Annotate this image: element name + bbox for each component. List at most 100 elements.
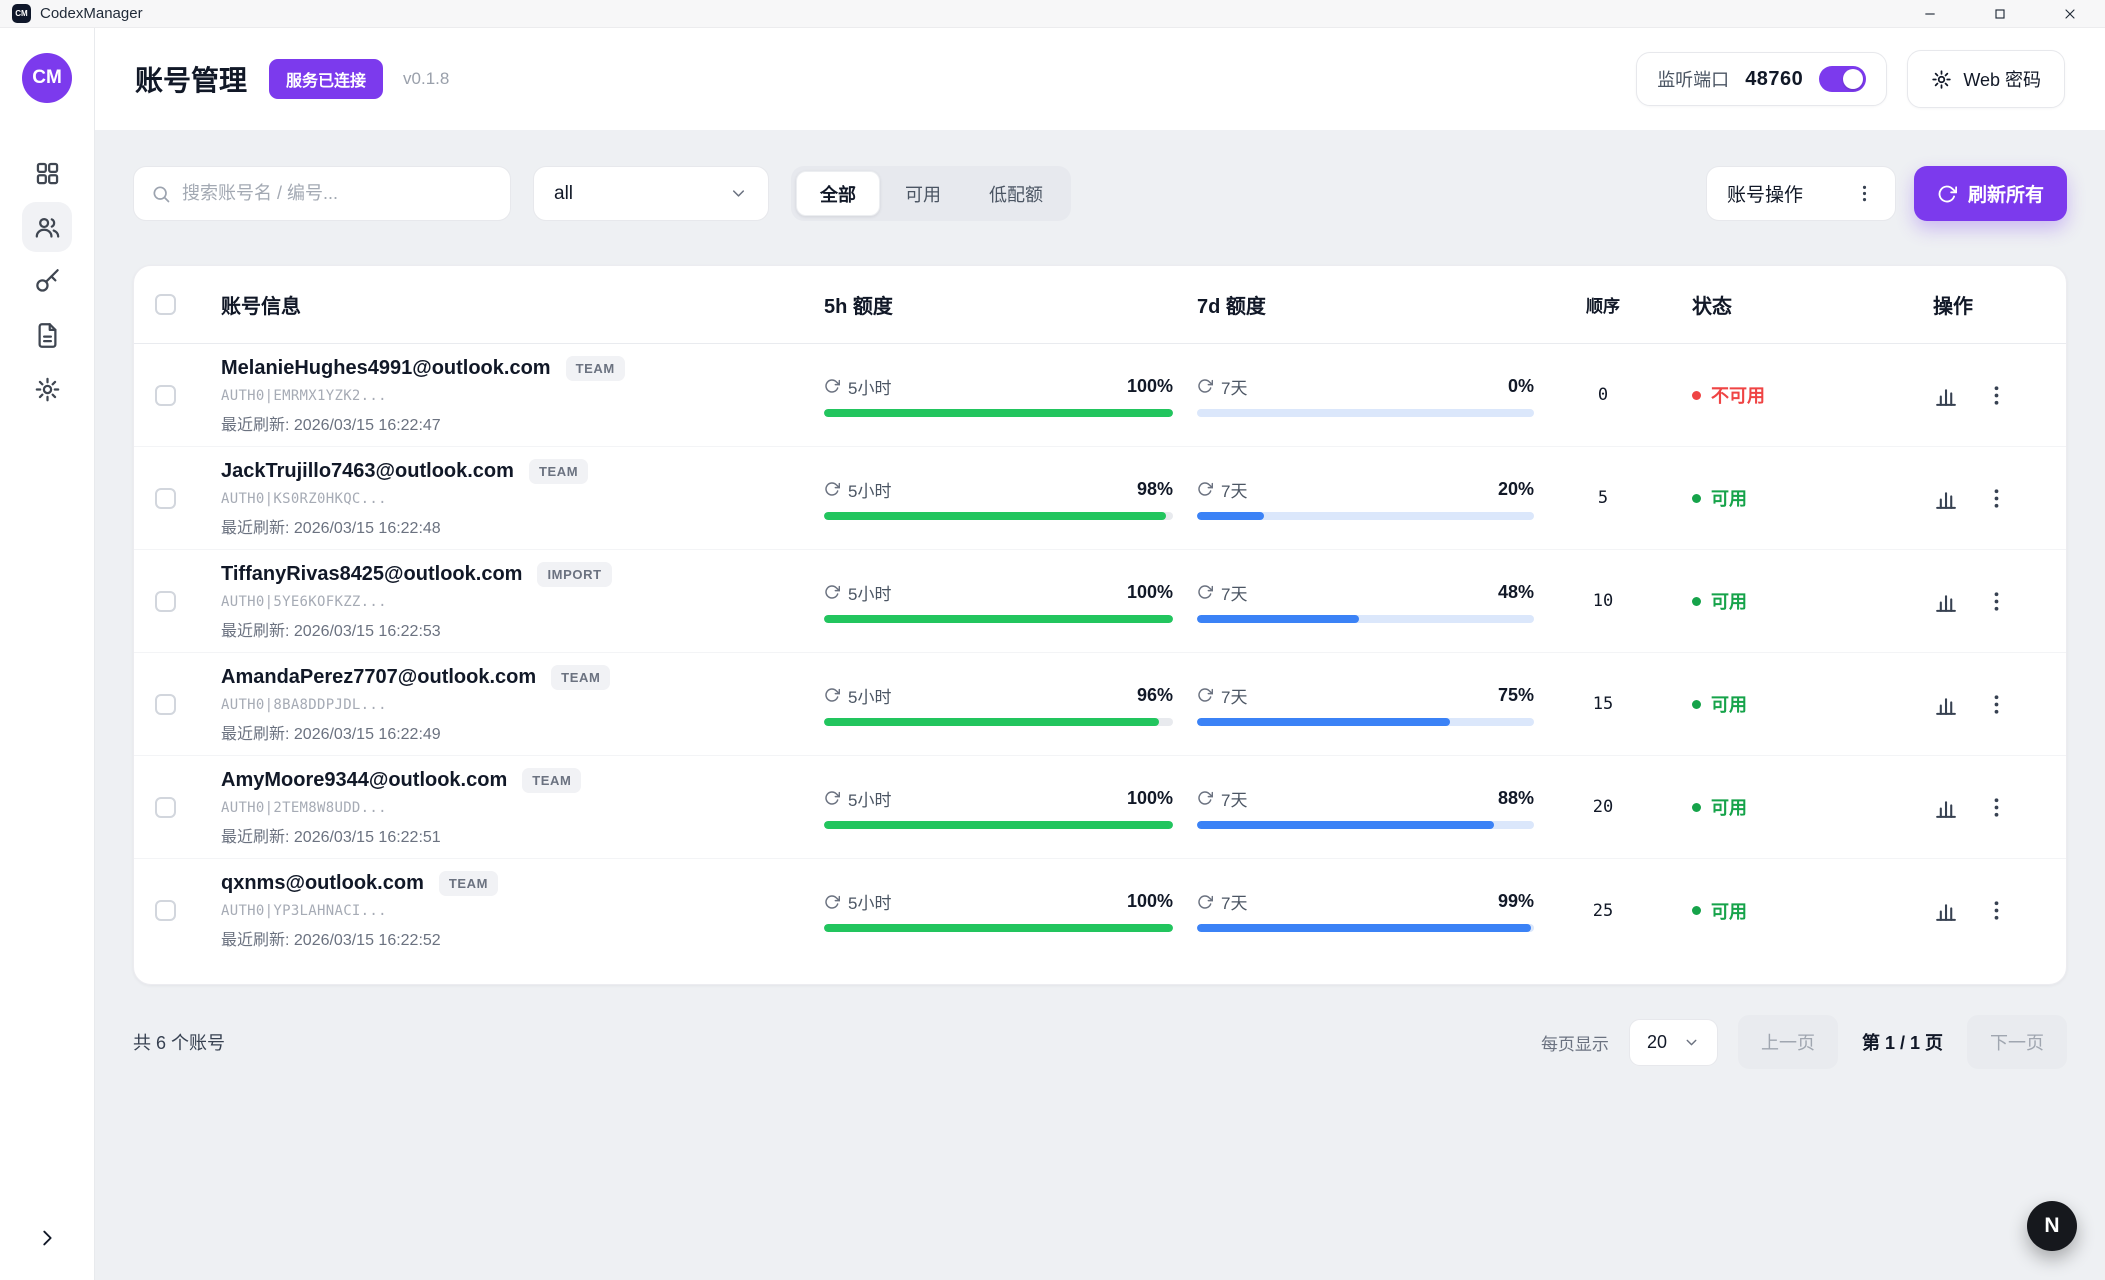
- floating-assistant-button[interactable]: N: [2027, 1201, 2077, 1251]
- stats-chart-button[interactable]: [1933, 589, 1958, 614]
- quota-5h-bar-fill: [824, 512, 1166, 520]
- status-dot-icon: [1692, 494, 1701, 503]
- quota-5h-bar-fill: [824, 409, 1173, 417]
- row-checkbox[interactable]: [155, 488, 176, 509]
- quota-7d-bar-fill: [1197, 718, 1450, 726]
- column-header-quota-7d: 7d 额度: [1197, 290, 1558, 319]
- account-type-badge: TEAM: [439, 871, 498, 896]
- account-actions-button[interactable]: 账号操作: [1706, 166, 1896, 221]
- row-menu-button[interactable]: [1984, 383, 2009, 408]
- quota-7d-percent: 48%: [1498, 582, 1534, 603]
- page-title: 账号管理: [135, 59, 247, 99]
- status-text: 可用: [1711, 794, 1747, 820]
- quota-5h-bar: [824, 821, 1173, 829]
- account-last-refresh: 最近刷新: 2026/03/15 16:22:53: [221, 617, 824, 641]
- order-value: 5: [1558, 488, 1648, 508]
- row-menu-button[interactable]: [1984, 692, 2009, 717]
- listen-port-box: 监听端口 48760: [1636, 52, 1887, 106]
- segment-all[interactable]: 全部: [796, 171, 880, 216]
- refresh-icon: [1197, 584, 1213, 600]
- sidebar-item-logs[interactable]: [22, 310, 72, 360]
- account-status: 不可用: [1648, 382, 1793, 408]
- row-checkbox[interactable]: [155, 797, 176, 818]
- account-last-refresh: 最近刷新: 2026/03/15 16:22:48: [221, 514, 824, 538]
- row-checkbox[interactable]: [155, 591, 176, 612]
- account-email: TiffanyRivas8425@outlook.com: [221, 563, 522, 586]
- quota-7d-label: 7天: [1221, 374, 1247, 399]
- close-button[interactable]: [2035, 0, 2105, 27]
- segment-available[interactable]: 可用: [882, 171, 964, 216]
- sidebar-item-settings[interactable]: [22, 364, 72, 414]
- row-checkbox[interactable]: [155, 694, 176, 715]
- row-menu-button[interactable]: [1984, 486, 2009, 511]
- refresh-icon: [824, 378, 840, 394]
- quota-7d-percent: 0%: [1508, 376, 1534, 397]
- account-last-refresh: 最近刷新: 2026/03/15 16:22:51: [221, 823, 824, 847]
- quota-5h-label: 5小时: [848, 889, 891, 914]
- refresh-all-label: 刷新所有: [1968, 180, 2044, 207]
- pagination-footer: 共 6 个账号 每页显示 20 上一页 第 1 / 1 页 下一页: [133, 1015, 2067, 1069]
- column-header-actions: 操作: [1793, 290, 2066, 319]
- row-menu-button[interactable]: [1984, 589, 2009, 614]
- sidebar: CM: [0, 28, 95, 1280]
- minimize-button[interactable]: [1895, 0, 1965, 27]
- filter-selected-value: all: [554, 183, 573, 205]
- total-accounts-label: 共 6 个账号: [133, 1029, 225, 1055]
- account-auth-id: AUTH0|EMRMX1YZK2...: [221, 388, 824, 404]
- next-page-button[interactable]: 下一页: [1967, 1015, 2067, 1069]
- segment-low-quota[interactable]: 低配额: [966, 171, 1066, 216]
- stats-chart-button[interactable]: [1933, 486, 1958, 511]
- table-row: AmandaPerez7707@outlook.com TEAM AUTH0|8…: [134, 653, 2066, 756]
- stats-chart-button[interactable]: [1933, 898, 1958, 923]
- port-label: 监听端口: [1657, 66, 1729, 92]
- sidebar-expand-button[interactable]: [27, 1218, 67, 1258]
- web-password-button[interactable]: Web 密码: [1907, 50, 2065, 108]
- account-last-refresh: 最近刷新: 2026/03/15 16:22:47: [221, 411, 824, 435]
- sidebar-item-dashboard[interactable]: [22, 148, 72, 198]
- row-menu-button[interactable]: [1984, 795, 2009, 820]
- refresh-icon: [1197, 481, 1213, 497]
- chevron-right-icon: [36, 1227, 58, 1249]
- quota-5h-bar-fill: [824, 718, 1159, 726]
- sidebar-nav: [22, 148, 72, 414]
- quota-5h-percent: 98%: [1137, 479, 1173, 500]
- quota-7d-percent: 75%: [1498, 685, 1534, 706]
- table-header-row: 账号信息 5h 额度 7d 额度 顺序 状态 操作: [134, 266, 2066, 344]
- per-page-dropdown[interactable]: 20: [1629, 1019, 1718, 1066]
- quota-7d-label: 7天: [1221, 580, 1247, 605]
- stats-chart-button[interactable]: [1933, 795, 1958, 820]
- refresh-icon: [1197, 378, 1213, 394]
- status-text: 可用: [1711, 485, 1747, 511]
- quota-7d-bar: [1197, 924, 1534, 932]
- status-dot-icon: [1692, 700, 1701, 709]
- search-input[interactable]: [182, 183, 493, 204]
- table-row: TiffanyRivas8425@outlook.com IMPORT AUTH…: [134, 550, 2066, 653]
- file-icon: [34, 322, 61, 349]
- prev-page-button[interactable]: 上一页: [1738, 1015, 1838, 1069]
- quota-7d-percent: 99%: [1498, 891, 1534, 912]
- row-menu-button[interactable]: [1984, 898, 2009, 923]
- account-status: 可用: [1648, 691, 1793, 717]
- quota-5h-percent: 100%: [1127, 582, 1173, 603]
- port-toggle[interactable]: [1819, 66, 1866, 92]
- account-email: qxnms@outlook.com: [221, 872, 424, 895]
- account-type-badge: TEAM: [522, 768, 581, 793]
- table-body: MelanieHughes4991@outlook.com TEAM AUTH0…: [134, 344, 2066, 962]
- quota-5h-percent: 100%: [1127, 376, 1173, 397]
- refresh-all-button[interactable]: 刷新所有: [1914, 166, 2067, 221]
- maximize-button[interactable]: [1965, 0, 2035, 27]
- quota-7d-label: 7天: [1221, 889, 1247, 914]
- quota-5h-label: 5小时: [848, 580, 891, 605]
- sidebar-item-keys[interactable]: [22, 256, 72, 306]
- row-checkbox[interactable]: [155, 900, 176, 921]
- sidebar-item-accounts[interactable]: [22, 202, 72, 252]
- select-all-checkbox[interactable]: [155, 294, 176, 315]
- filter-dropdown[interactable]: all: [533, 166, 769, 221]
- row-checkbox[interactable]: [155, 385, 176, 406]
- stats-chart-button[interactable]: [1933, 692, 1958, 717]
- account-type-badge: TEAM: [566, 356, 625, 381]
- account-type-badge: TEAM: [551, 665, 610, 690]
- status-dot-icon: [1692, 803, 1701, 812]
- stats-chart-button[interactable]: [1933, 383, 1958, 408]
- refresh-icon: [1197, 894, 1213, 910]
